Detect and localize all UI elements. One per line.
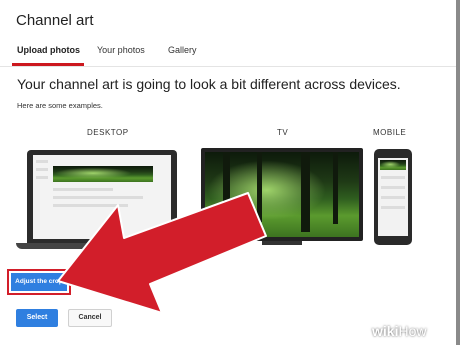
tab-your-photos[interactable]: Your photos: [97, 45, 145, 55]
tree-trunk: [333, 152, 338, 224]
watermark-suffix: How: [398, 323, 427, 339]
mobile-label: MOBILE: [373, 128, 407, 137]
tree-trunk: [257, 152, 262, 222]
mini-content-row: [53, 204, 128, 207]
wikihow-watermark: wikiHow: [372, 323, 456, 341]
cancel-button[interactable]: Cancel: [68, 309, 112, 327]
select-button[interactable]: Select: [16, 309, 58, 327]
mini-nav: [36, 160, 48, 163]
watermark-prefix: wiki: [372, 323, 399, 339]
desktop-banner-image: [53, 166, 153, 182]
desktop-label: DESKTOP: [87, 128, 129, 137]
laptop-base: [16, 243, 188, 249]
tv-banner-image: [205, 152, 359, 237]
tv-label: TV: [277, 128, 289, 137]
adjust-crop-button[interactable]: Adjust the crop: [11, 273, 67, 291]
mini-content-row: [381, 176, 405, 179]
mini-nav: [36, 168, 48, 171]
tab-upload-photos[interactable]: Upload photos: [17, 45, 80, 55]
mini-content-row: [381, 206, 405, 209]
mini-content-row: [53, 196, 143, 199]
tab-bar: Upload photos Your photos Gallery: [0, 40, 456, 67]
mini-content-row: [53, 188, 113, 191]
mini-content-row: [381, 196, 405, 199]
mini-content-row: [381, 186, 405, 189]
tree-trunk: [223, 152, 230, 237]
examples-caption: Here are some examples.: [17, 101, 103, 110]
mini-nav: [36, 176, 48, 179]
tab-gallery[interactable]: Gallery: [168, 45, 197, 55]
tree-trunk: [301, 152, 310, 232]
tv-stand: [262, 241, 302, 245]
channel-art-dialog: Channel art Upload photos Your photos Ga…: [0, 0, 456, 345]
mobile-banner-image: [380, 160, 406, 170]
dialog-title: Channel art: [16, 12, 94, 29]
active-tab-indicator: [12, 63, 84, 66]
headline: Your channel art is going to look a bit …: [17, 76, 401, 92]
